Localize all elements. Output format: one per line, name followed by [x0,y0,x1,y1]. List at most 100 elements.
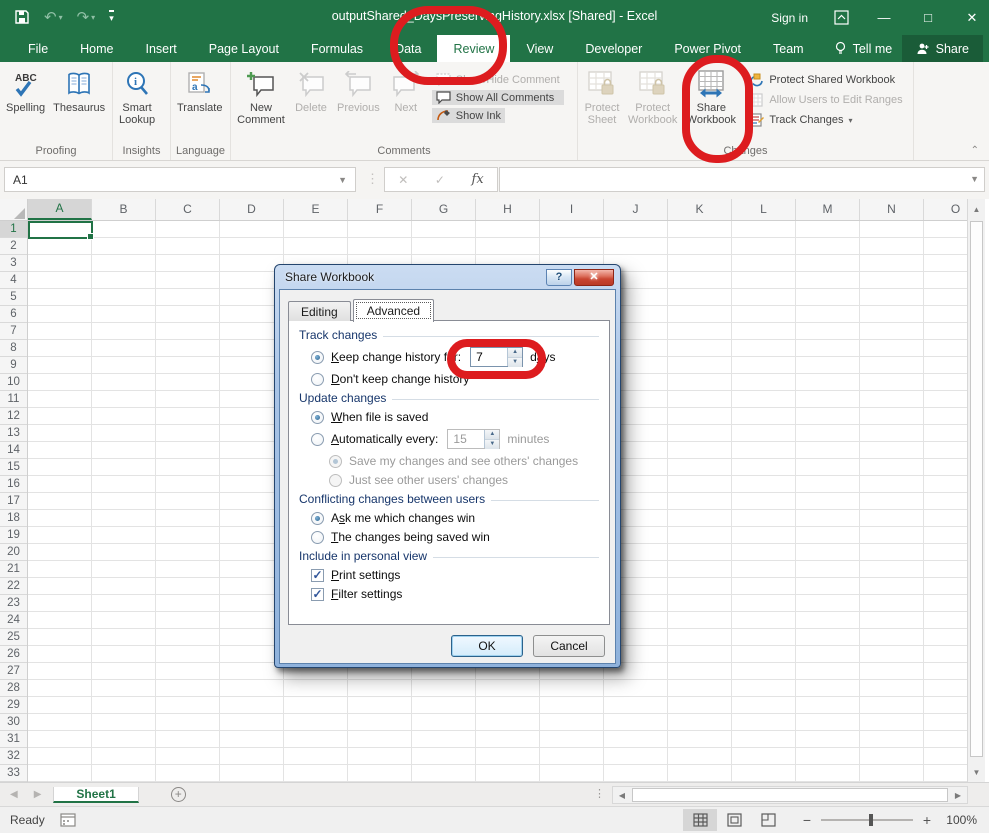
ribbon-tab[interactable]: File [12,35,64,62]
row-header[interactable]: 23 [0,595,27,612]
scroll-down-icon[interactable]: ▼ [968,762,985,782]
select-all-corner[interactable] [0,199,28,221]
row-header[interactable]: 1 [0,221,27,238]
spelling-button[interactable]: ABC Spelling [2,64,49,114]
radio-changes-saved-win[interactable]: The changes being saved win [311,530,599,544]
horizontal-scrollbar-thumb[interactable] [632,788,948,802]
radio-icon[interactable] [311,531,324,544]
allow-users-edit-ranges-button[interactable]: Allow Users to Edit Ranges [745,92,906,108]
row-header[interactable]: 11 [0,391,27,408]
track-changes-button[interactable]: Track Changes ▾ [745,112,906,128]
row-header[interactable]: 20 [0,544,27,561]
collapse-ribbon-icon[interactable]: ⌃ [971,145,979,156]
radio-ask-me[interactable]: Ask me which changes win [311,511,599,525]
row-header[interactable]: 22 [0,578,27,595]
checkbox-icon[interactable]: ✓ [311,569,324,582]
zoom-in-icon[interactable]: + [917,812,937,828]
row-header[interactable]: 17 [0,493,27,510]
row-header[interactable]: 33 [0,765,27,782]
tell-me-box[interactable]: Tell me [820,35,907,62]
row-header[interactable]: 15 [0,459,27,476]
radio-automatically-every[interactable]: Automatically every: 15 ▲▼ minutes [311,429,599,449]
row-header[interactable]: 30 [0,714,27,731]
row-header[interactable]: 18 [0,510,27,527]
row-header[interactable]: 13 [0,425,27,442]
radio-icon[interactable] [311,512,324,525]
name-box-dropdown-icon[interactable]: ▼ [338,175,355,185]
radio-icon[interactable] [311,351,324,364]
active-cell-A1[interactable] [28,221,93,239]
row-header[interactable]: 4 [0,272,27,289]
row-header[interactable]: 31 [0,731,27,748]
sheet-nav-left-icon[interactable]: ◀ [10,789,18,800]
name-box[interactable]: A1 ▼ [4,167,356,192]
vertical-scrollbar[interactable]: ▲ ▼ [967,199,985,782]
row-header[interactable]: 21 [0,561,27,578]
ribbon-tab[interactable]: Formulas [295,35,379,62]
column-header[interactable]: J [604,199,668,220]
row-header[interactable]: 28 [0,680,27,697]
scroll-up-icon[interactable]: ▲ [968,199,985,219]
row-header[interactable]: 8 [0,340,27,357]
radio-when-file-saved[interactable]: When file is saved [311,410,599,424]
normal-view-button[interactable] [683,809,717,831]
scroll-left-icon[interactable]: ◀ [613,791,631,800]
scroll-right-icon[interactable]: ▶ [949,791,967,800]
sheet-nav-right-icon[interactable]: ▶ [34,789,42,800]
column-header[interactable]: L [732,199,796,220]
horizontal-scrollbar[interactable]: ◀ ▶ [612,786,968,804]
minimize-button[interactable]: — [875,10,893,25]
dialog-tab[interactable]: Advanced [353,299,434,322]
zoom-slider[interactable] [821,819,913,821]
radio-icon[interactable] [311,373,324,386]
formula-input[interactable] [499,167,985,192]
radio-icon[interactable] [311,411,324,424]
row-header[interactable]: 26 [0,646,27,663]
ribbon-tab[interactable]: Insert [130,35,193,62]
checkbox-print-settings[interactable]: ✓ Print settings [311,568,599,582]
column-header[interactable]: N [860,199,924,220]
column-header[interactable]: A [28,199,92,220]
close-button[interactable]: ✕ [963,10,981,26]
page-break-preview-button[interactable] [751,809,785,831]
dialog-help-button[interactable]: ? [546,269,572,286]
sign-in-link[interactable]: Sign in [771,11,808,25]
dialog-close-button[interactable]: ✕ [574,269,614,286]
row-header[interactable]: 29 [0,697,27,714]
cancel-button[interactable]: Cancel [533,635,605,657]
column-header[interactable]: E [284,199,348,220]
checkbox-icon[interactable]: ✓ [311,588,324,601]
zoom-out-icon[interactable]: − [797,812,817,828]
previous-comment-button[interactable]: Previous [333,64,384,114]
translate-button[interactable]: a Translate [173,64,226,114]
protect-shared-workbook-button[interactable]: Protect Shared Workbook [745,72,906,88]
row-header[interactable]: 2 [0,238,27,255]
delete-comment-button[interactable]: Delete [289,64,333,114]
column-header[interactable]: H [476,199,540,220]
column-header[interactable]: B [92,199,156,220]
maximize-button[interactable]: □ [919,10,937,25]
dialog-tab[interactable]: Editing [288,301,351,321]
row-header[interactable]: 25 [0,629,27,646]
ribbon-tab[interactable]: Developer [569,35,658,62]
row-header[interactable]: 10 [0,374,27,391]
expand-formula-bar-icon[interactable]: ▼ [970,174,979,184]
thesaurus-button[interactable]: Thesaurus [49,64,109,114]
enter-formula-icon[interactable]: ✓ [435,173,445,187]
row-header[interactable]: 12 [0,408,27,425]
ribbon-tab[interactable]: Team [757,35,820,62]
page-layout-view-button[interactable] [717,809,751,831]
row-header[interactable]: 32 [0,748,27,765]
vertical-scrollbar-thumb[interactable] [970,221,983,757]
row-header[interactable]: 16 [0,476,27,493]
zoom-level[interactable]: 100% [937,813,981,827]
dialog-title-bar[interactable]: Share Workbook ? ✕ [279,265,616,289]
column-header[interactable]: G [412,199,476,220]
row-header[interactable]: 7 [0,323,27,340]
column-header[interactable]: F [348,199,412,220]
radio-icon[interactable] [311,433,324,446]
ribbon-tab[interactable]: Home [64,35,129,62]
ribbon-display-options-icon[interactable] [834,10,849,25]
smart-lookup-button[interactable]: i Smart Lookup [115,64,159,126]
column-header[interactable]: O [924,199,967,220]
